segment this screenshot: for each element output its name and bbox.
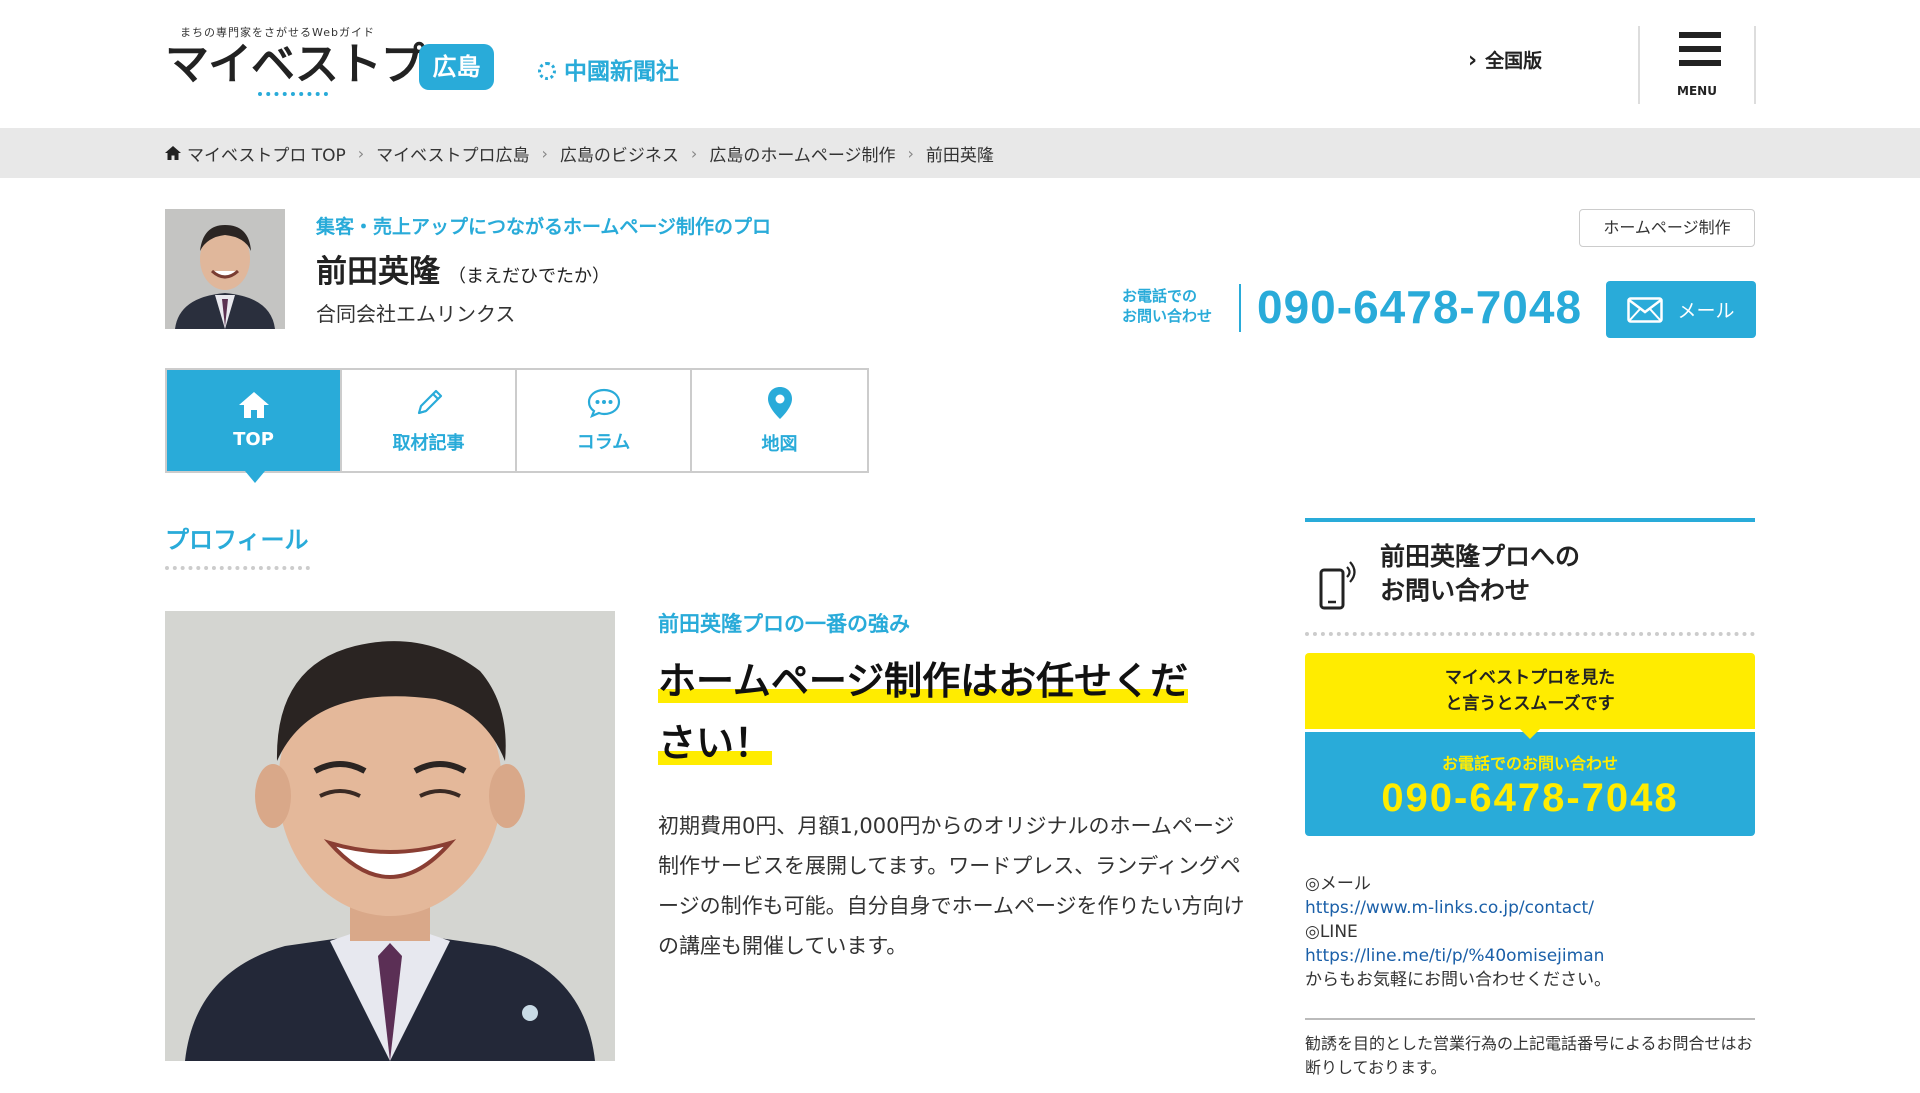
profile-tabs: TOP 取材記事 コラム 地図 [165, 368, 869, 483]
pro-catchphrase: 集客・売上アップにつながるホームページ制作のプロ [316, 216, 772, 238]
person-photo-small [165, 209, 285, 329]
breadcrumb-item-top[interactable]: マイベストプロ TOP [165, 141, 346, 166]
tab-top[interactable]: TOP [167, 370, 342, 483]
mention-notice-box: マイベストプロを見た と言うとスムーズです [1305, 653, 1755, 739]
pro-avatar [165, 209, 285, 329]
strength-label: 前田英隆プロの一番の強み [658, 612, 910, 636]
mention-notice-line1: マイベストプロを見た [1444, 668, 1616, 688]
sidebar-phone-number: 090-6478-7048 [1381, 776, 1679, 820]
breadcrumb-label: マイベストプロ TOP [187, 145, 346, 166]
breadcrumb-item-subcategory[interactable]: 広島のホームページ制作 [709, 141, 895, 166]
pro-name-text: 前田英隆 [316, 254, 440, 290]
phone-divider [1239, 284, 1241, 332]
logo-tagline: まちの専門家をさがせるWebガイド [180, 26, 375, 39]
profile-body-text: 初期費用0円、月額1,000円からのオリジナルのホームページ制作サービスを展開し… [658, 814, 1245, 958]
sidebar-title-line1: 前田英隆プロへの [1380, 542, 1581, 571]
contact-mail-link[interactable]: https://www.m-links.co.jp/contact/ [1305, 898, 1594, 918]
person-photo-large [165, 611, 615, 1061]
mail-button[interactable]: メール [1606, 281, 1756, 338]
partner-mark-icon [538, 62, 556, 80]
phone-label-line2: お問い合わせ [1122, 307, 1213, 325]
mail-button-label: メール [1677, 300, 1735, 322]
headline: ホームページ制作はお任せくだ さい！ [658, 650, 1248, 774]
sidebar-top-border [1305, 518, 1755, 522]
partner-name: 中國新聞社 [564, 59, 679, 85]
logo-dots [258, 92, 328, 96]
site-header: まちの専門家をさがせるWebガイド マイベストプロ 広島 中國新聞社 › 全国版 … [0, 0, 1920, 128]
hamburger-icon [1679, 32, 1721, 74]
breadcrumb-item-region[interactable]: マイベストプロ広島 [376, 141, 529, 166]
headline-line2: さい！ [658, 721, 773, 765]
menu-label: MENU [1677, 84, 1717, 98]
pro-name-kana: （まえだひでたか） [448, 266, 610, 287]
breadcrumb-separator: › [541, 143, 548, 163]
breadcrumb-item-current: 前田英隆 [925, 145, 994, 166]
sidebar-title: 前田英隆プロへの お問い合わせ [1380, 540, 1580, 608]
national-link-label: 全国版 [1485, 50, 1543, 72]
partner-logo: 中國新聞社 [538, 52, 679, 86]
breadcrumb-separator: › [357, 143, 365, 163]
mention-notice-line2: と言うとスムーズです [1445, 694, 1615, 714]
sidebar-title-line2: お問い合わせ [1380, 576, 1531, 605]
pro-name: 前田英隆 （まえだひでたか） [316, 246, 610, 291]
section-divider [165, 566, 310, 570]
chevron-right-icon: › [1468, 48, 1478, 73]
phone-label: お電話でのお問い合わせ [1122, 286, 1212, 326]
speech-bubble-icon [587, 388, 620, 418]
menu-button[interactable]: MENU [1638, 26, 1756, 104]
map-pin-icon [767, 386, 792, 419]
breadcrumb-separator: › [690, 143, 698, 163]
pro-photo [165, 611, 615, 1061]
home-icon [238, 392, 269, 418]
pencil-icon [417, 389, 442, 414]
sidebar-notice: 勧誘を目的とした営業行為の上記電話番号によるお問合せはお断りしております。 [1305, 1034, 1753, 1077]
breadcrumb: マイベストプロ TOP › マイベストプロ広島 › 広島のビジネス › 広島のホ… [0, 128, 1920, 178]
contact-line-link[interactable]: https://line.me/ti/p/%40omisejiman [1305, 946, 1604, 966]
tab-label: 地図 [761, 433, 798, 455]
logo-region-badge: 広島 [419, 44, 494, 90]
category-tag[interactable]: ホームページ制作 [1579, 209, 1755, 247]
sidebar-divider [1305, 632, 1755, 636]
pro-company: 合同会社エムリンクス [316, 302, 516, 326]
tab-label: 取材記事 [392, 432, 465, 454]
smartphone-icon [1319, 561, 1356, 610]
tab-label: コラム [576, 431, 631, 453]
sidebar-rule [1305, 1018, 1755, 1020]
envelope-icon [1627, 296, 1664, 323]
contact-mail-label: ◎メール [1305, 874, 1371, 894]
contact-line-label: ◎LINE [1305, 922, 1358, 942]
phone-label-line1: お電話での [1122, 287, 1198, 305]
contact-footer-text: からもお気軽にお問い合わせください。 [1305, 970, 1611, 990]
tab-label: TOP [233, 429, 274, 450]
sidebar-contact-info: ◎メール https://www.m-links.co.jp/contact/ … [1305, 872, 1755, 992]
breadcrumb-separator: › [907, 143, 914, 163]
tab-interview[interactable]: 取材記事 [342, 370, 517, 471]
home-icon [165, 146, 181, 160]
national-version-link[interactable]: › 全国版 [1468, 46, 1542, 73]
tab-map[interactable]: 地図 [692, 370, 867, 471]
tab-column[interactable]: コラム [517, 370, 692, 471]
sidebar-phone-button[interactable]: お電話でのお問い合わせ 090-6478-7048 [1305, 732, 1755, 836]
section-title: プロフィール [165, 526, 309, 554]
headline-line1: ホームページ制作はお任せくだ [658, 659, 1189, 703]
breadcrumb-item-category[interactable]: 広島のビジネス [560, 141, 679, 166]
phone-number-link[interactable]: 090-6478-7048 [1257, 280, 1582, 334]
